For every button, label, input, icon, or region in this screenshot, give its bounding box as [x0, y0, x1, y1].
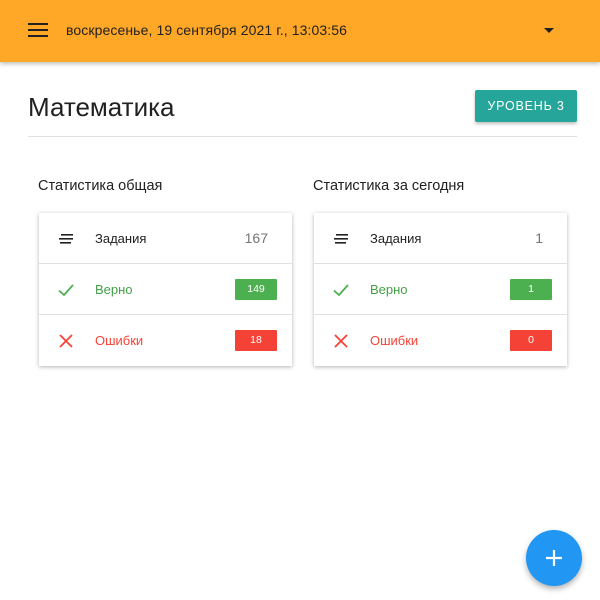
add-icon	[546, 550, 562, 566]
stats-today-card: Задания 1 Верно 1 Ошибки 0	[314, 213, 567, 366]
divider	[28, 136, 577, 137]
stats-badge-correct: 1	[510, 279, 552, 300]
stats-row-errors: Ошибки 0	[314, 315, 567, 366]
stats-row-tasks: Задания 167	[39, 213, 292, 264]
stats-label-correct: Верно	[95, 282, 133, 297]
stats-total-card: Задания 167 Верно 149 Ошибки 18	[39, 213, 292, 366]
stats-today-title: Статистика за сегодня	[313, 178, 465, 194]
tasks-icon	[59, 234, 73, 244]
stats-badge-correct: 149	[235, 279, 277, 300]
close-icon	[59, 334, 73, 348]
tasks-icon	[334, 234, 348, 244]
arrow-drop-down-icon[interactable]	[542, 26, 556, 36]
stats-badge-errors: 0	[510, 330, 552, 351]
current-datetime: воскресенье, 19 сентября 2021 г., 13:03:…	[66, 22, 348, 38]
stats-label-tasks: Задания	[370, 231, 422, 246]
check-icon	[333, 284, 349, 297]
stats-value-tasks: 167	[244, 230, 268, 246]
stats-row-errors: Ошибки 18	[39, 315, 292, 366]
stats-badge-errors: 18	[235, 330, 277, 351]
stats-row-correct: Верно 1	[314, 264, 567, 315]
stats-total-title: Статистика общая	[38, 178, 163, 194]
menu-icon[interactable]	[28, 22, 48, 38]
stats-value-tasks: 1	[535, 230, 543, 246]
close-icon	[334, 334, 348, 348]
level-button[interactable]: УРОВЕНЬ 3	[475, 90, 577, 122]
stats-label-errors: Ошибки	[370, 333, 419, 348]
stats-label-tasks: Задания	[95, 231, 147, 246]
stats-label-correct: Верно	[370, 282, 408, 297]
stats-row-tasks: Задания 1	[314, 213, 567, 264]
top-app-bar: воскресенье, 19 сентября 2021 г., 13:03:…	[0, 0, 600, 62]
check-icon	[58, 284, 74, 297]
stats-row-correct: Верно 149	[39, 264, 292, 315]
add-button[interactable]	[526, 530, 582, 586]
page-title: Математика	[28, 92, 175, 122]
stats-label-errors: Ошибки	[95, 333, 144, 348]
